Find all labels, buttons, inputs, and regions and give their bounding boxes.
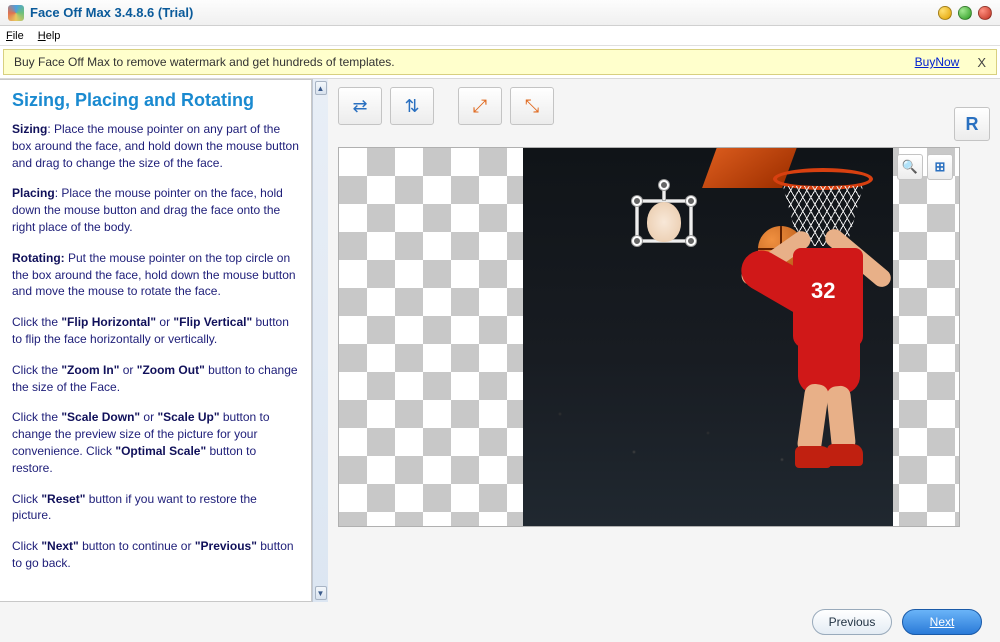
scroll-down-icon[interactable]: ▼	[315, 586, 327, 600]
help-content: Sizing, Placing and Rotating Sizing: Pla…	[0, 79, 312, 602]
help-nav: Click "Next" button to continue or "Prev…	[12, 538, 299, 572]
flip-horizontal-button[interactable]: ⇄	[338, 87, 382, 125]
player-body: 32	[773, 158, 913, 498]
help-flip: Click the "Flip Horizontal" or "Flip Ver…	[12, 314, 299, 348]
maximize-button[interactable]	[958, 6, 972, 20]
face-handle[interactable]	[686, 236, 696, 246]
face-rotate-handle[interactable]	[659, 180, 669, 190]
canvas-area: ⇄ ⇅ ⤢ ⤡ R ⊟ 🔍 ⊞ 32	[328, 79, 1000, 602]
menu-file[interactable]: File	[6, 30, 24, 42]
help-title: Sizing, Placing and Rotating	[12, 90, 299, 111]
scroll-up-icon[interactable]: ▲	[315, 81, 327, 95]
help-sidebar: Sizing, Placing and Rotating Sizing: Pla…	[0, 79, 328, 602]
trial-banner: Buy Face Off Max to remove watermark and…	[3, 49, 997, 75]
face-handle[interactable]	[632, 196, 642, 206]
window-title: Face Off Max 3.4.8.6 (Trial)	[30, 5, 938, 20]
face-handle[interactable]	[686, 196, 696, 206]
face-overlay[interactable]	[647, 202, 681, 242]
wizard-nav: Previous Next	[0, 602, 1000, 642]
face-handle[interactable]	[632, 236, 642, 246]
next-button[interactable]: Next	[902, 609, 982, 635]
expand-out-icon: ⤢	[473, 96, 487, 117]
edit-toolbar: ⇄ ⇅ ⤢ ⤡	[338, 87, 990, 125]
flip-vertical-icon: ⇅	[404, 96, 419, 117]
sidebar-scrollbar[interactable]: ▲ ▼	[312, 79, 328, 602]
buy-now-link[interactable]: BuyNow	[915, 55, 960, 69]
reset-icon: R	[966, 114, 979, 135]
minimize-button[interactable]	[938, 6, 952, 20]
menu-help[interactable]: Help	[38, 30, 61, 42]
zoom-in-button[interactable]: ⊞	[927, 154, 953, 180]
trial-message: Buy Face Off Max to remove watermark and…	[14, 55, 915, 69]
flip-vertical-button[interactable]: ⇅	[390, 87, 434, 125]
previous-button[interactable]: Previous	[812, 609, 892, 635]
help-zoom: Click the "Zoom In" or "Zoom Out" button…	[12, 362, 299, 396]
menubar: File Help	[0, 26, 1000, 46]
face-transform-box[interactable]	[635, 190, 693, 248]
help-sizing: Sizing: Place the mouse pointer on any p…	[12, 121, 299, 171]
flip-horizontal-icon: ⇄	[352, 96, 367, 117]
preview-canvas[interactable]: ⊟ 🔍 ⊞ 32	[338, 147, 960, 527]
reset-button[interactable]: R	[954, 107, 990, 141]
trial-close-button[interactable]: X	[977, 55, 986, 70]
template-photo: 32	[523, 148, 893, 527]
scale-up-button[interactable]: ⤢	[458, 87, 502, 125]
help-placing: Placing: Place the mouse pointer on the …	[12, 185, 299, 235]
workspace: Sizing, Placing and Rotating Sizing: Pla…	[0, 78, 1000, 602]
plus-icon: ⊞	[935, 159, 946, 175]
expand-in-icon: ⤡	[525, 96, 539, 117]
window-controls	[938, 6, 992, 20]
app-icon	[8, 5, 24, 21]
help-reset: Click "Reset" button if you want to rest…	[12, 491, 299, 525]
scale-down-button[interactable]: ⤡	[510, 87, 554, 125]
help-scale: Click the "Scale Down" or "Scale Up" but…	[12, 409, 299, 476]
jersey-number: 32	[811, 278, 835, 304]
titlebar: Face Off Max 3.4.8.6 (Trial)	[0, 0, 1000, 26]
close-button[interactable]	[978, 6, 992, 20]
help-rotating: Rotating: Put the mouse pointer on the t…	[12, 250, 299, 300]
